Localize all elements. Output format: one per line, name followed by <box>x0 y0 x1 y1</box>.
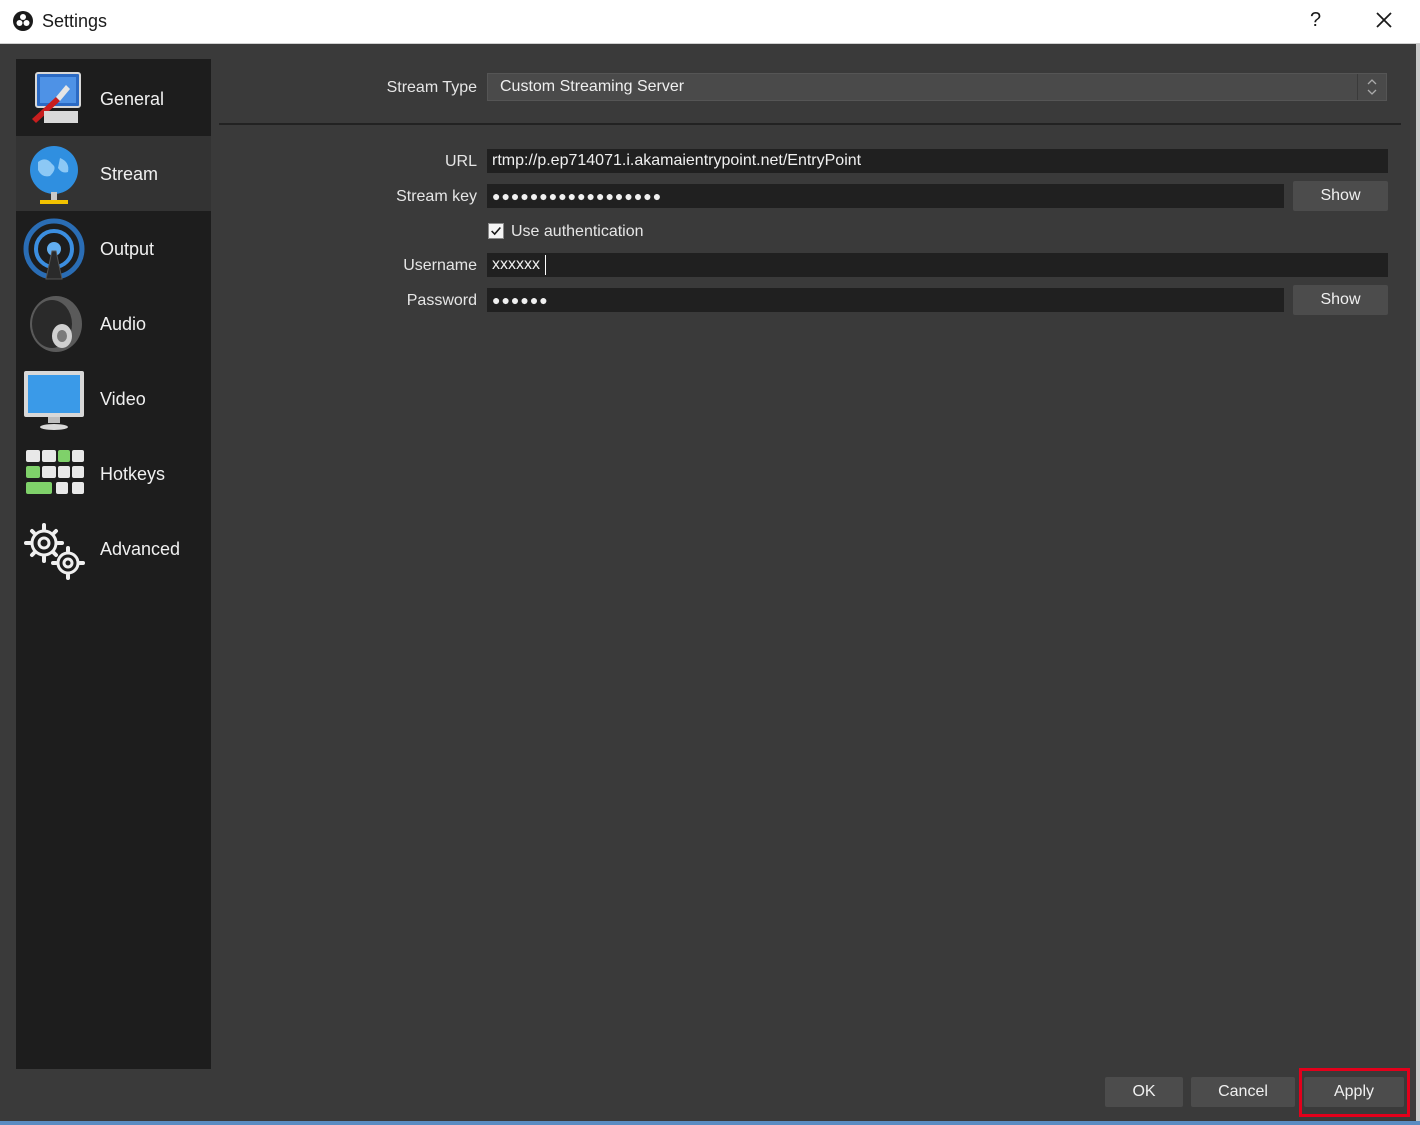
video-monitor-icon <box>24 371 84 430</box>
use-authentication-label: Use authentication <box>511 223 644 240</box>
text-caret <box>545 255 546 275</box>
general-icon <box>32 72 81 123</box>
checkmark-icon <box>491 226 501 236</box>
password-label: Password <box>406 292 477 309</box>
close-icon[interactable] <box>1372 8 1396 32</box>
sidebar-item-label: Audio <box>100 314 147 334</box>
apply-highlight-box <box>1299 1068 1410 1117</box>
hotkeys-keyboard-icon <box>26 450 84 494</box>
spinner-arrows-icon <box>1357 74 1377 100</box>
window-bottom-edge <box>0 1121 1420 1125</box>
stream-type-select[interactable]: Custom Streaming Server <box>487 73 1387 101</box>
sidebar-item-stream[interactable]: Stream <box>16 136 211 211</box>
sidebar-item-video[interactable]: Video <box>16 361 211 436</box>
sidebar-item-label: Hotkeys <box>100 464 166 484</box>
url-label: URL <box>444 153 477 170</box>
stream-key-input[interactable]: ●●●●●●●●●●●●●●●●●● <box>487 184 1284 208</box>
sidebar-item-label: Output <box>100 239 155 259</box>
sidebar-item-label: Video <box>100 389 146 409</box>
section-divider <box>219 123 1401 125</box>
stream-type-value: Custom Streaming Server <box>500 78 685 95</box>
sidebar-item-audio[interactable]: Audio <box>16 286 211 361</box>
stream-key-label: Stream key <box>396 188 477 205</box>
sidebar-item-label: Stream <box>100 164 159 184</box>
sidebar-item-general[interactable]: General <box>16 61 211 136</box>
window-edge <box>1416 44 1420 1125</box>
audio-speaker-icon <box>30 296 82 352</box>
window-title: Settings <box>42 11 108 31</box>
advanced-gears-icon <box>24 523 85 580</box>
url-input[interactable]: rtmp://p.ep714071.i.akamaientrypoint.net… <box>487 149 1388 173</box>
help-button[interactable]: ? <box>1310 9 1321 32</box>
cancel-button[interactable]: Cancel <box>1191 1077 1295 1107</box>
stream-globe-icon <box>30 146 78 204</box>
show-stream-key-button[interactable]: Show <box>1293 181 1388 211</box>
ok-button[interactable]: OK <box>1105 1077 1183 1107</box>
obs-logo-icon <box>13 11 33 31</box>
sidebar-item-label: Advanced <box>100 539 181 559</box>
sidebar-item-advanced[interactable]: Advanced <box>16 511 211 586</box>
output-broadcast-icon <box>23 218 85 280</box>
stream-type-label: Stream Type <box>386 79 477 96</box>
password-input[interactable]: ●●●●●● <box>487 288 1284 312</box>
username-input[interactable]: xxxxxx <box>487 253 1388 277</box>
title-bar: Settings ? <box>0 0 1420 44</box>
sidebar-item-hotkeys[interactable]: Hotkeys <box>16 436 211 511</box>
sidebar-item-output[interactable]: Output <box>16 211 211 286</box>
sidebar-item-label: General <box>100 89 165 109</box>
use-authentication-checkbox[interactable] <box>488 223 504 239</box>
username-label: Username <box>403 257 477 274</box>
settings-sidebar: General Stream Output Audio Video Hotkey… <box>16 59 211 1069</box>
show-password-button[interactable]: Show <box>1293 285 1388 315</box>
